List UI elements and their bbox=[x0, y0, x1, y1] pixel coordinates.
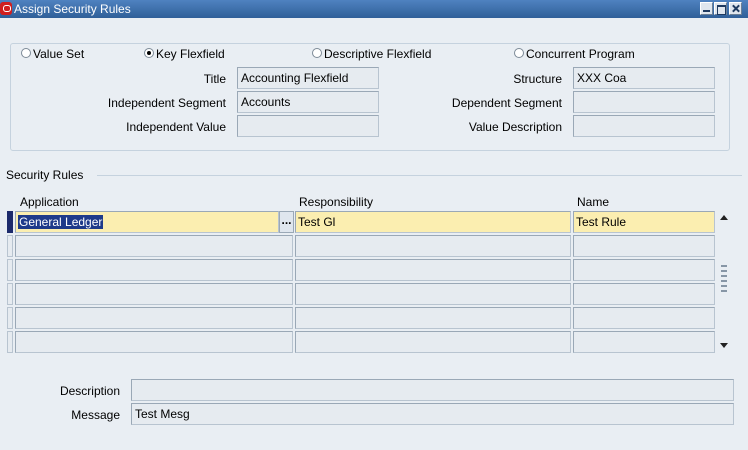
radio-button-icon[interactable] bbox=[312, 48, 322, 58]
maximize-icon[interactable] bbox=[714, 2, 727, 15]
radio-button-checked-icon[interactable] bbox=[144, 48, 154, 58]
dependent-segment-field[interactable] bbox=[573, 91, 715, 113]
row-indicator[interactable] bbox=[7, 307, 13, 329]
name-cell[interactable]: Test Rule bbox=[573, 211, 715, 233]
application-cell[interactable] bbox=[15, 235, 293, 257]
responsibility-cell[interactable] bbox=[295, 307, 571, 329]
independent-segment-label: Independent Segment bbox=[107, 96, 226, 110]
application-cell[interactable]: General Ledger bbox=[15, 211, 279, 233]
minimize-icon[interactable] bbox=[700, 2, 713, 15]
window-title: Assign Security Rules bbox=[14, 2, 131, 16]
responsibility-cell[interactable] bbox=[295, 259, 571, 281]
column-header-application: Application bbox=[20, 195, 79, 209]
value-description-field[interactable] bbox=[573, 115, 715, 137]
dependent-segment-label: Dependent Segment bbox=[451, 96, 562, 110]
name-cell[interactable] bbox=[573, 331, 715, 353]
name-cell[interactable] bbox=[573, 283, 715, 305]
independent-value-field[interactable] bbox=[237, 115, 379, 137]
scroll-up-arrow-icon[interactable] bbox=[718, 212, 730, 224]
radio-label-key-flexfield: Key Flexfield bbox=[156, 47, 227, 61]
row-indicator[interactable] bbox=[7, 331, 13, 353]
responsibility-cell[interactable] bbox=[295, 283, 571, 305]
message-label: Message bbox=[71, 408, 120, 422]
application-cell[interactable] bbox=[15, 331, 293, 353]
independent-value-label: Independent Value bbox=[126, 120, 226, 134]
section-divider bbox=[97, 175, 742, 176]
independent-segment-field[interactable]: Accounts bbox=[237, 91, 379, 113]
list-of-values-button[interactable]: ... bbox=[279, 211, 294, 233]
title-field[interactable]: Accounting Flexfield bbox=[237, 67, 379, 89]
application-cell[interactable] bbox=[15, 259, 293, 281]
scroll-down-arrow-icon[interactable] bbox=[718, 339, 730, 351]
application-cell[interactable] bbox=[15, 307, 293, 329]
scroll-grip-icon[interactable] bbox=[721, 265, 727, 293]
close-icon[interactable] bbox=[729, 2, 742, 15]
radio-button-icon[interactable] bbox=[514, 48, 524, 58]
radio-label-value-set: Value Set bbox=[33, 47, 87, 61]
structure-field[interactable]: XXX Coa bbox=[573, 67, 715, 89]
application-cell-text: General Ledger bbox=[18, 215, 104, 229]
row-indicator-current[interactable] bbox=[7, 211, 13, 233]
row-indicator[interactable] bbox=[7, 235, 13, 257]
structure-label: Structure bbox=[513, 72, 562, 86]
value-description-label: Value Description bbox=[468, 120, 562, 134]
security-rules-title: Security Rules bbox=[6, 168, 84, 182]
oracle-app-icon bbox=[0, 2, 12, 15]
description-label: Description bbox=[59, 384, 120, 398]
row-indicator[interactable] bbox=[7, 259, 13, 281]
column-header-responsibility: Responsibility bbox=[299, 195, 374, 209]
radio-label-descriptive-flexfield: Descriptive Flexfield bbox=[324, 47, 434, 61]
responsibility-cell[interactable]: Test Gl bbox=[295, 211, 571, 233]
name-cell[interactable] bbox=[573, 259, 715, 281]
description-field[interactable] bbox=[131, 379, 734, 401]
radio-label-concurrent-program: Concurrent Program bbox=[526, 47, 637, 61]
message-field[interactable]: Test Mesg bbox=[131, 403, 734, 425]
application-cell[interactable] bbox=[15, 283, 293, 305]
name-cell[interactable] bbox=[573, 307, 715, 329]
responsibility-cell[interactable] bbox=[295, 331, 571, 353]
title-label: Title bbox=[203, 72, 226, 86]
responsibility-cell[interactable] bbox=[295, 235, 571, 257]
row-indicator[interactable] bbox=[7, 283, 13, 305]
title-bar: Assign Security Rules bbox=[0, 0, 748, 18]
column-header-name: Name bbox=[577, 195, 610, 209]
name-cell[interactable] bbox=[573, 235, 715, 257]
radio-button-icon[interactable] bbox=[21, 48, 31, 58]
